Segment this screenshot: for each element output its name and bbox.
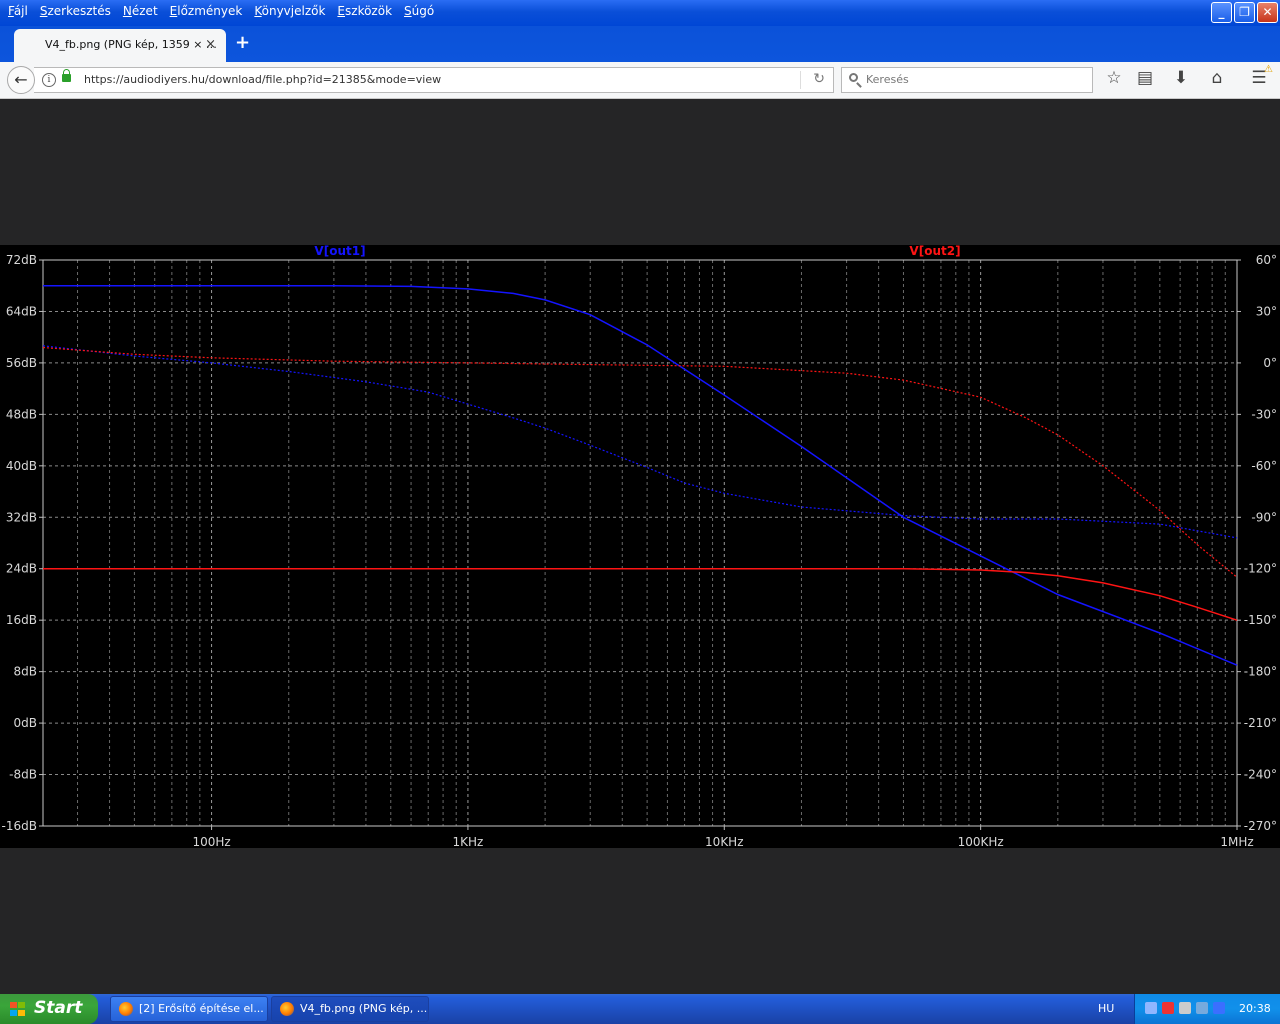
antivirus-icon[interactable] <box>1162 1002 1174 1014</box>
taskbar-item-label: V4_fb.png (PNG kép, ... <box>300 1002 428 1015</box>
right-tick-label: -90° <box>1251 510 1277 524</box>
start-label: Start <box>34 998 83 1018</box>
right-tick-label: 0° <box>1263 356 1277 370</box>
right-tick-label: -210° <box>1244 716 1277 730</box>
bode-plot-chart: 72dB 60° 64dB 30° 56dB 0° 48dB -30° 40dB -60° 32dB… <box>2 245 1277 848</box>
left-tick-label: 16dB <box>6 613 37 627</box>
right-tick-label: -150° <box>1244 613 1277 627</box>
menu-history[interactable]: Előzmények <box>164 0 249 22</box>
language-indicator[interactable]: HU <box>1098 1002 1114 1015</box>
x-tick-label: 100Hz <box>192 835 230 848</box>
left-tick-label: 40dB <box>6 459 37 473</box>
url-bar[interactable]: i https://audiodiyers.hu/download/file.p… <box>34 67 834 93</box>
left-tick-label: 48dB <box>6 407 37 421</box>
reading-list-icon[interactable]: ▤ <box>1133 68 1157 88</box>
close-window-button[interactable]: ✕ <box>1257 2 1278 23</box>
bode-plot-image: 72dB 60° 64dB 30° 56dB 0° 48dB -30° 40dB -60° 32dB… <box>0 245 1280 848</box>
bookmark-star-icon[interactable]: ☆ <box>1102 68 1126 88</box>
back-button[interactable]: ← <box>7 66 35 94</box>
menu-help[interactable]: Súgó <box>398 0 440 22</box>
lock-icon[interactable] <box>62 69 71 82</box>
url-text[interactable]: https://audiodiyers.hu/download/file.php… <box>84 73 441 86</box>
menu-tools[interactable]: Eszközök <box>331 0 398 22</box>
x-tick-label: 1MHz <box>1220 835 1253 848</box>
windows-logo-icon <box>10 1002 26 1017</box>
tab-strip: V4_fb.png (PNG kép, 1359 × … × + <box>0 26 1280 62</box>
navigation-bar: i https://audiodiyers.hu/download/file.p… <box>0 62 1280 99</box>
left-tick-label: 32dB <box>6 510 37 524</box>
minimize-button[interactable]: _ <box>1211 2 1232 23</box>
firefox-icon <box>280 1002 294 1016</box>
download-icon[interactable]: ⬇ <box>1169 68 1193 88</box>
right-tick-label: -30° <box>1251 407 1277 421</box>
back-arrow-icon: ← <box>14 70 28 89</box>
restore-button[interactable]: ❐ <box>1234 2 1255 23</box>
url-divider <box>800 71 801 89</box>
info-icon[interactable]: i <box>42 73 56 87</box>
search-placeholder: Keresés <box>866 73 909 86</box>
x-tick-label: 1KHz <box>453 835 484 848</box>
left-tick-label: 8dB <box>14 665 37 679</box>
left-tick-label: 64dB <box>6 304 37 318</box>
menu-bookmarks[interactable]: Könyvjelzők <box>248 0 331 22</box>
right-tick-label: -60° <box>1251 459 1277 473</box>
tab-title: V4_fb.png (PNG kép, 1359 × … <box>45 38 217 51</box>
left-tick-label: -16dB <box>2 819 37 833</box>
x-tick-label: 100KHz <box>958 835 1004 848</box>
right-tick-label: -180° <box>1244 665 1277 679</box>
home-icon[interactable]: ⌂ <box>1205 68 1229 88</box>
taskbar-item-forum[interactable]: [2] Erősítő építése el... <box>110 996 268 1022</box>
left-tick-label: 24dB <box>6 562 37 576</box>
title-bar: Fájl Szerkesztés Nézet Előzmények Könyvj… <box>0 0 1280 26</box>
taskbar: Start [2] Erősítő építése el... V4_fb.pn… <box>0 994 1280 1024</box>
bluetooth-icon[interactable] <box>1213 1002 1225 1014</box>
menu-view[interactable]: Nézet <box>117 0 164 22</box>
legend-label: V[out1] <box>314 245 365 258</box>
right-tick-label: -120° <box>1244 562 1277 576</box>
taskbar-item-label: [2] Erősítő építése el... <box>139 1002 264 1015</box>
left-tick-label: 0dB <box>14 716 37 730</box>
taskbar-item-image[interactable]: V4_fb.png (PNG kép, ... <box>271 996 429 1022</box>
menu-edit[interactable]: Szerkesztés <box>34 0 117 22</box>
left-tick-label: 72dB <box>6 253 37 267</box>
firefox-icon <box>119 1002 133 1016</box>
search-icon <box>849 73 858 82</box>
start-button[interactable]: Start <box>0 994 98 1024</box>
left-tick-label: 56dB <box>6 356 37 370</box>
right-tick-label: 60° <box>1256 253 1277 267</box>
menu-file[interactable]: Fájl <box>2 0 34 22</box>
tray-app-icon[interactable] <box>1196 1002 1208 1014</box>
new-tab-button[interactable]: + <box>235 32 250 53</box>
search-input[interactable]: Keresés <box>841 67 1093 93</box>
legend-label: V[out2] <box>909 245 960 258</box>
clock: 20:38 <box>1239 1002 1271 1015</box>
volume-icon[interactable] <box>1179 1002 1191 1014</box>
tab-image[interactable]: V4_fb.png (PNG kép, 1359 × … × <box>14 29 226 62</box>
right-tick-label: 30° <box>1256 304 1277 318</box>
tab-close-icon[interactable]: × <box>205 37 216 52</box>
network-icon[interactable] <box>1145 1002 1157 1014</box>
right-tick-label: -270° <box>1244 819 1277 833</box>
menu-bar: Fájl Szerkesztés Nézet Előzmények Könyvj… <box>2 0 440 22</box>
x-tick-label: 10KHz <box>705 835 743 848</box>
warning-icon[interactable]: ⚠ <box>1264 64 1273 75</box>
reload-icon[interactable]: ↻ <box>813 71 825 87</box>
right-tick-label: -240° <box>1244 768 1277 782</box>
left-tick-label: -8dB <box>9 768 37 782</box>
